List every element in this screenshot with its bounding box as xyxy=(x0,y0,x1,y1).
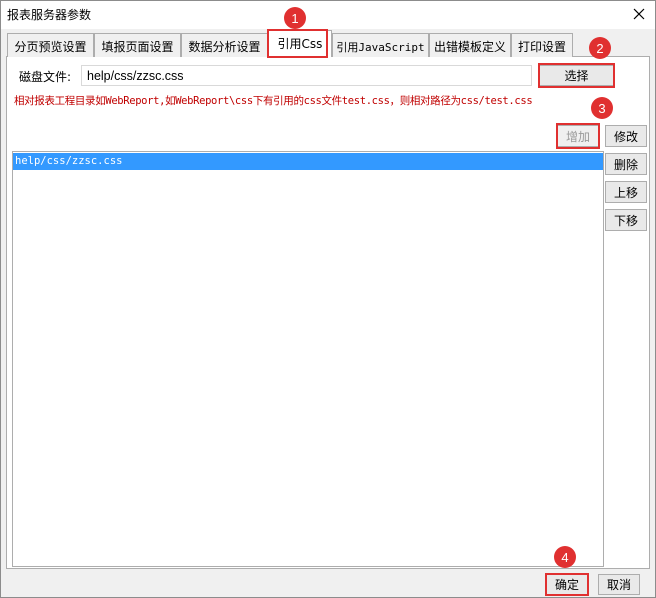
move-up-button[interactable]: 上移 xyxy=(605,181,647,203)
css-file-list[interactable]: help/css/zzsc.css xyxy=(12,151,604,567)
title-bar: 报表服务器参数 xyxy=(1,1,655,29)
list-item[interactable]: help/css/zzsc.css xyxy=(13,153,603,170)
add-button[interactable]: 增加 xyxy=(557,125,599,147)
dialog-window: 报表服务器参数 分页预览设置 填报页面设置 数据分析设置 引用Css 引用Jav… xyxy=(0,0,656,598)
tab-javascript[interactable]: 引用JavaScript xyxy=(332,33,429,57)
choose-button[interactable]: 选择 xyxy=(539,65,614,86)
disk-file-label: 磁盘文件: xyxy=(19,70,72,84)
tab-paged-preview[interactable]: 分页预览设置 xyxy=(7,33,94,57)
marker-4: 4 xyxy=(554,546,576,568)
ok-button[interactable]: 确定 xyxy=(546,574,588,595)
marker-3: 3 xyxy=(591,97,613,119)
close-icon xyxy=(633,8,645,20)
tab-error-template[interactable]: 出错模板定义 xyxy=(429,33,511,57)
css-path-input[interactable] xyxy=(81,65,532,86)
close-button[interactable] xyxy=(627,3,651,25)
tab-data-analysis[interactable]: 数据分析设置 xyxy=(181,33,268,57)
marker-1: 1 xyxy=(284,7,306,29)
marker-2: 2 xyxy=(589,37,611,59)
relative-path-hint: 相对报表工程目录如WebReport,如WebReport\css下有引用的cs… xyxy=(14,95,533,107)
tab-fill-page[interactable]: 填报页面设置 xyxy=(94,33,181,57)
cancel-button[interactable]: 取消 xyxy=(598,574,640,595)
delete-button[interactable]: 删除 xyxy=(605,153,647,175)
tab-print-settings[interactable]: 打印设置 xyxy=(511,33,573,57)
window-title: 报表服务器参数 xyxy=(7,8,92,22)
tab-css[interactable]: 引用Css xyxy=(268,30,332,57)
move-down-button[interactable]: 下移 xyxy=(605,209,647,231)
modify-button[interactable]: 修改 xyxy=(605,125,647,147)
